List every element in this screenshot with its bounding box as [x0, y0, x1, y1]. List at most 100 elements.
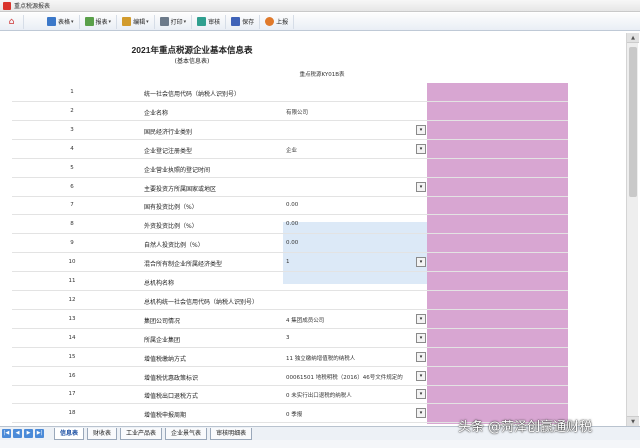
- form-row: 2 企业名称 有限公司: [12, 102, 568, 121]
- row-number: 17: [68, 391, 76, 398]
- row-label: 企业登记注册类型: [144, 147, 193, 155]
- form-row: 16 增值税优惠政策标识 00061501 地税明税（2016）46号文件规定的 ▾: [12, 367, 568, 386]
- tab-industrial-products[interactable]: 工业产品表: [120, 427, 163, 440]
- dropdown-arrow-icon[interactable]: ▾: [416, 313, 426, 324]
- table-icon: [47, 17, 56, 26]
- row-value-field[interactable]: 1: [286, 259, 290, 265]
- report-menu-button[interactable]: 报表 ▾: [80, 14, 118, 29]
- row-label: 集团公司情况: [144, 317, 181, 325]
- app-icon: [3, 1, 11, 10]
- document-title: 2021年重点税源企业基本信息表: [131, 45, 253, 55]
- document-subtitle: (基本信息表): [174, 58, 210, 65]
- row-value-field[interactable]: 11 独立缴纳增值税的纳税人: [286, 354, 355, 362]
- watermark-text: 头条 @菏泽创赢通财税: [458, 420, 593, 435]
- dropdown-arrow-icon[interactable]: ▾: [416, 257, 426, 268]
- dropdown-arrow-icon[interactable]: ▾: [416, 389, 426, 400]
- form-sheet: 2021年重点税源企业基本信息表 (基本信息表) 重点税源KY01B表 1 统一社…: [12, 36, 568, 424]
- tab-business-climate[interactable]: 企业景气表: [165, 427, 208, 440]
- last-sheet-icon[interactable]: ▶|: [35, 429, 44, 438]
- scroll-thumb[interactable]: [629, 47, 637, 197]
- form-row: 5 企业营业执照的登记时间: [12, 159, 568, 178]
- row-label: 企业名称: [144, 109, 169, 117]
- row-value-field[interactable]: 0.00: [286, 202, 298, 208]
- form-row: 4 企业登记注册类型 企业 ▾: [12, 140, 568, 159]
- row-label: 总机构名称: [144, 280, 175, 287]
- print-menu-button[interactable]: 打印 ▾: [155, 14, 193, 29]
- row-value-field[interactable]: 0 季报: [286, 410, 302, 418]
- first-sheet-icon[interactable]: |◀: [2, 429, 11, 438]
- row-label: 国有投资比例（%）: [144, 204, 198, 212]
- row-number: 3: [70, 126, 74, 133]
- row-label: 自然人投资比例（%）: [144, 242, 204, 250]
- row-number: 13: [68, 315, 76, 322]
- row-number: 4: [70, 145, 74, 152]
- edit-menu-button[interactable]: 编辑 ▾: [117, 14, 155, 29]
- scroll-up-icon[interactable]: ▲: [627, 33, 639, 43]
- table-menu-button[interactable]: 表格 ▾: [42, 14, 80, 29]
- row-number: 9: [70, 240, 74, 247]
- form-row: 13 集团公司情况 4 集团成员公司 ▾: [12, 310, 568, 329]
- home-icon: ⌂: [8, 16, 15, 27]
- row-number: 5: [70, 164, 74, 171]
- row-label: 所属企业集团: [144, 336, 181, 344]
- row-number: 10: [68, 259, 76, 266]
- row-number: 15: [68, 353, 76, 360]
- status-strip: [0, 440, 640, 448]
- tab-info[interactable]: 信息表: [54, 427, 85, 440]
- row-number: 1: [70, 89, 74, 95]
- row-label: 统一社会信用代码（纳税人识别号）: [144, 91, 241, 98]
- tab-audit-details[interactable]: 审核明细表: [210, 427, 253, 440]
- row-label: 混合所有制企业所属经济类型: [144, 261, 223, 269]
- row-value-field[interactable]: 4 集团成员公司: [286, 316, 324, 324]
- audit-icon: [197, 17, 207, 26]
- dropdown-arrow-icon[interactable]: ▾: [416, 370, 426, 381]
- report-icon: [84, 17, 94, 26]
- row-number: 2: [70, 107, 74, 114]
- print-icon: [159, 17, 169, 26]
- form-row: 15 增值税缴纳方式 11 独立缴纳增值税的纳税人 ▾: [12, 348, 568, 367]
- window-titlebar: 重点税源报表: [0, 0, 640, 12]
- row-number: 7: [70, 202, 74, 209]
- save-button[interactable]: 保存: [226, 14, 261, 29]
- row-value-field[interactable]: 企业: [286, 146, 297, 154]
- row-label: 增值税出口退税方式: [144, 393, 199, 401]
- row-label: 总机构统一社会信用代码（纳税人识别号）: [144, 298, 259, 306]
- dropdown-arrow-icon[interactable]: ▾: [416, 124, 426, 135]
- next-sheet-icon[interactable]: ▶: [24, 429, 33, 438]
- row-value-field[interactable]: 00061501 地税明税（2016）46号文件规定的: [286, 373, 403, 381]
- home-button[interactable]: ⌂: [0, 14, 24, 29]
- form-row: 8 外资投资比例（%） 0.00: [12, 215, 568, 235]
- form-row: 3 国民经济行业类别 ▾: [12, 121, 568, 140]
- form-row: 1 统一社会信用代码（纳税人识别号）: [12, 83, 568, 102]
- scroll-down-icon[interactable]: ▼: [627, 416, 639, 426]
- row-label: 主要投资方所属国家或地区: [144, 185, 217, 193]
- row-value-field[interactable]: 有限公司: [286, 108, 308, 116]
- row-number: 8: [70, 221, 74, 228]
- upload-button[interactable]: 上报: [260, 14, 295, 29]
- toolbar: ⌂ 表格 ▾ 报表 ▾ 编辑 ▾ 打印 ▾ 审核 保存 上报: [0, 13, 640, 31]
- tab-revenue[interactable]: 财收表: [87, 427, 118, 440]
- row-label: 增值税优惠政策标识: [144, 374, 199, 382]
- row-label: 国民经济行业类别: [144, 128, 193, 136]
- row-number: 6: [70, 183, 74, 190]
- form-row: 6 主要投资方所属国家或地区 ▾: [12, 178, 568, 197]
- dropdown-arrow-icon[interactable]: ▾: [416, 332, 426, 343]
- row-value-field[interactable]: 0.00: [286, 240, 298, 246]
- edit-icon: [122, 17, 132, 26]
- audit-button[interactable]: 审核: [192, 14, 227, 29]
- row-value-field[interactable]: 0 未实行出口退税的纳税人: [286, 391, 352, 399]
- vertical-scrollbar[interactable]: ▲ ▼: [626, 33, 639, 426]
- document-code: 重点税源KY01B表: [299, 72, 345, 78]
- prev-sheet-icon[interactable]: ◀: [13, 429, 22, 438]
- dropdown-arrow-icon[interactable]: ▾: [416, 351, 426, 362]
- form-row: 7 国有投资比例（%） 0.00: [12, 196, 568, 216]
- save-icon: [231, 17, 241, 26]
- row-value-field[interactable]: 3: [286, 335, 290, 341]
- dropdown-arrow-icon[interactable]: ▾: [416, 408, 426, 419]
- dropdown-arrow-icon[interactable]: ▾: [416, 181, 426, 192]
- row-label: 增值税缴纳方式: [144, 355, 187, 363]
- dropdown-arrow-icon[interactable]: ▾: [416, 143, 426, 154]
- row-number: 12: [68, 296, 76, 303]
- row-value-field[interactable]: 0.00: [286, 221, 298, 227]
- form-row: 17 增值税出口退税方式 0 未实行出口退税的纳税人 ▾: [12, 385, 568, 405]
